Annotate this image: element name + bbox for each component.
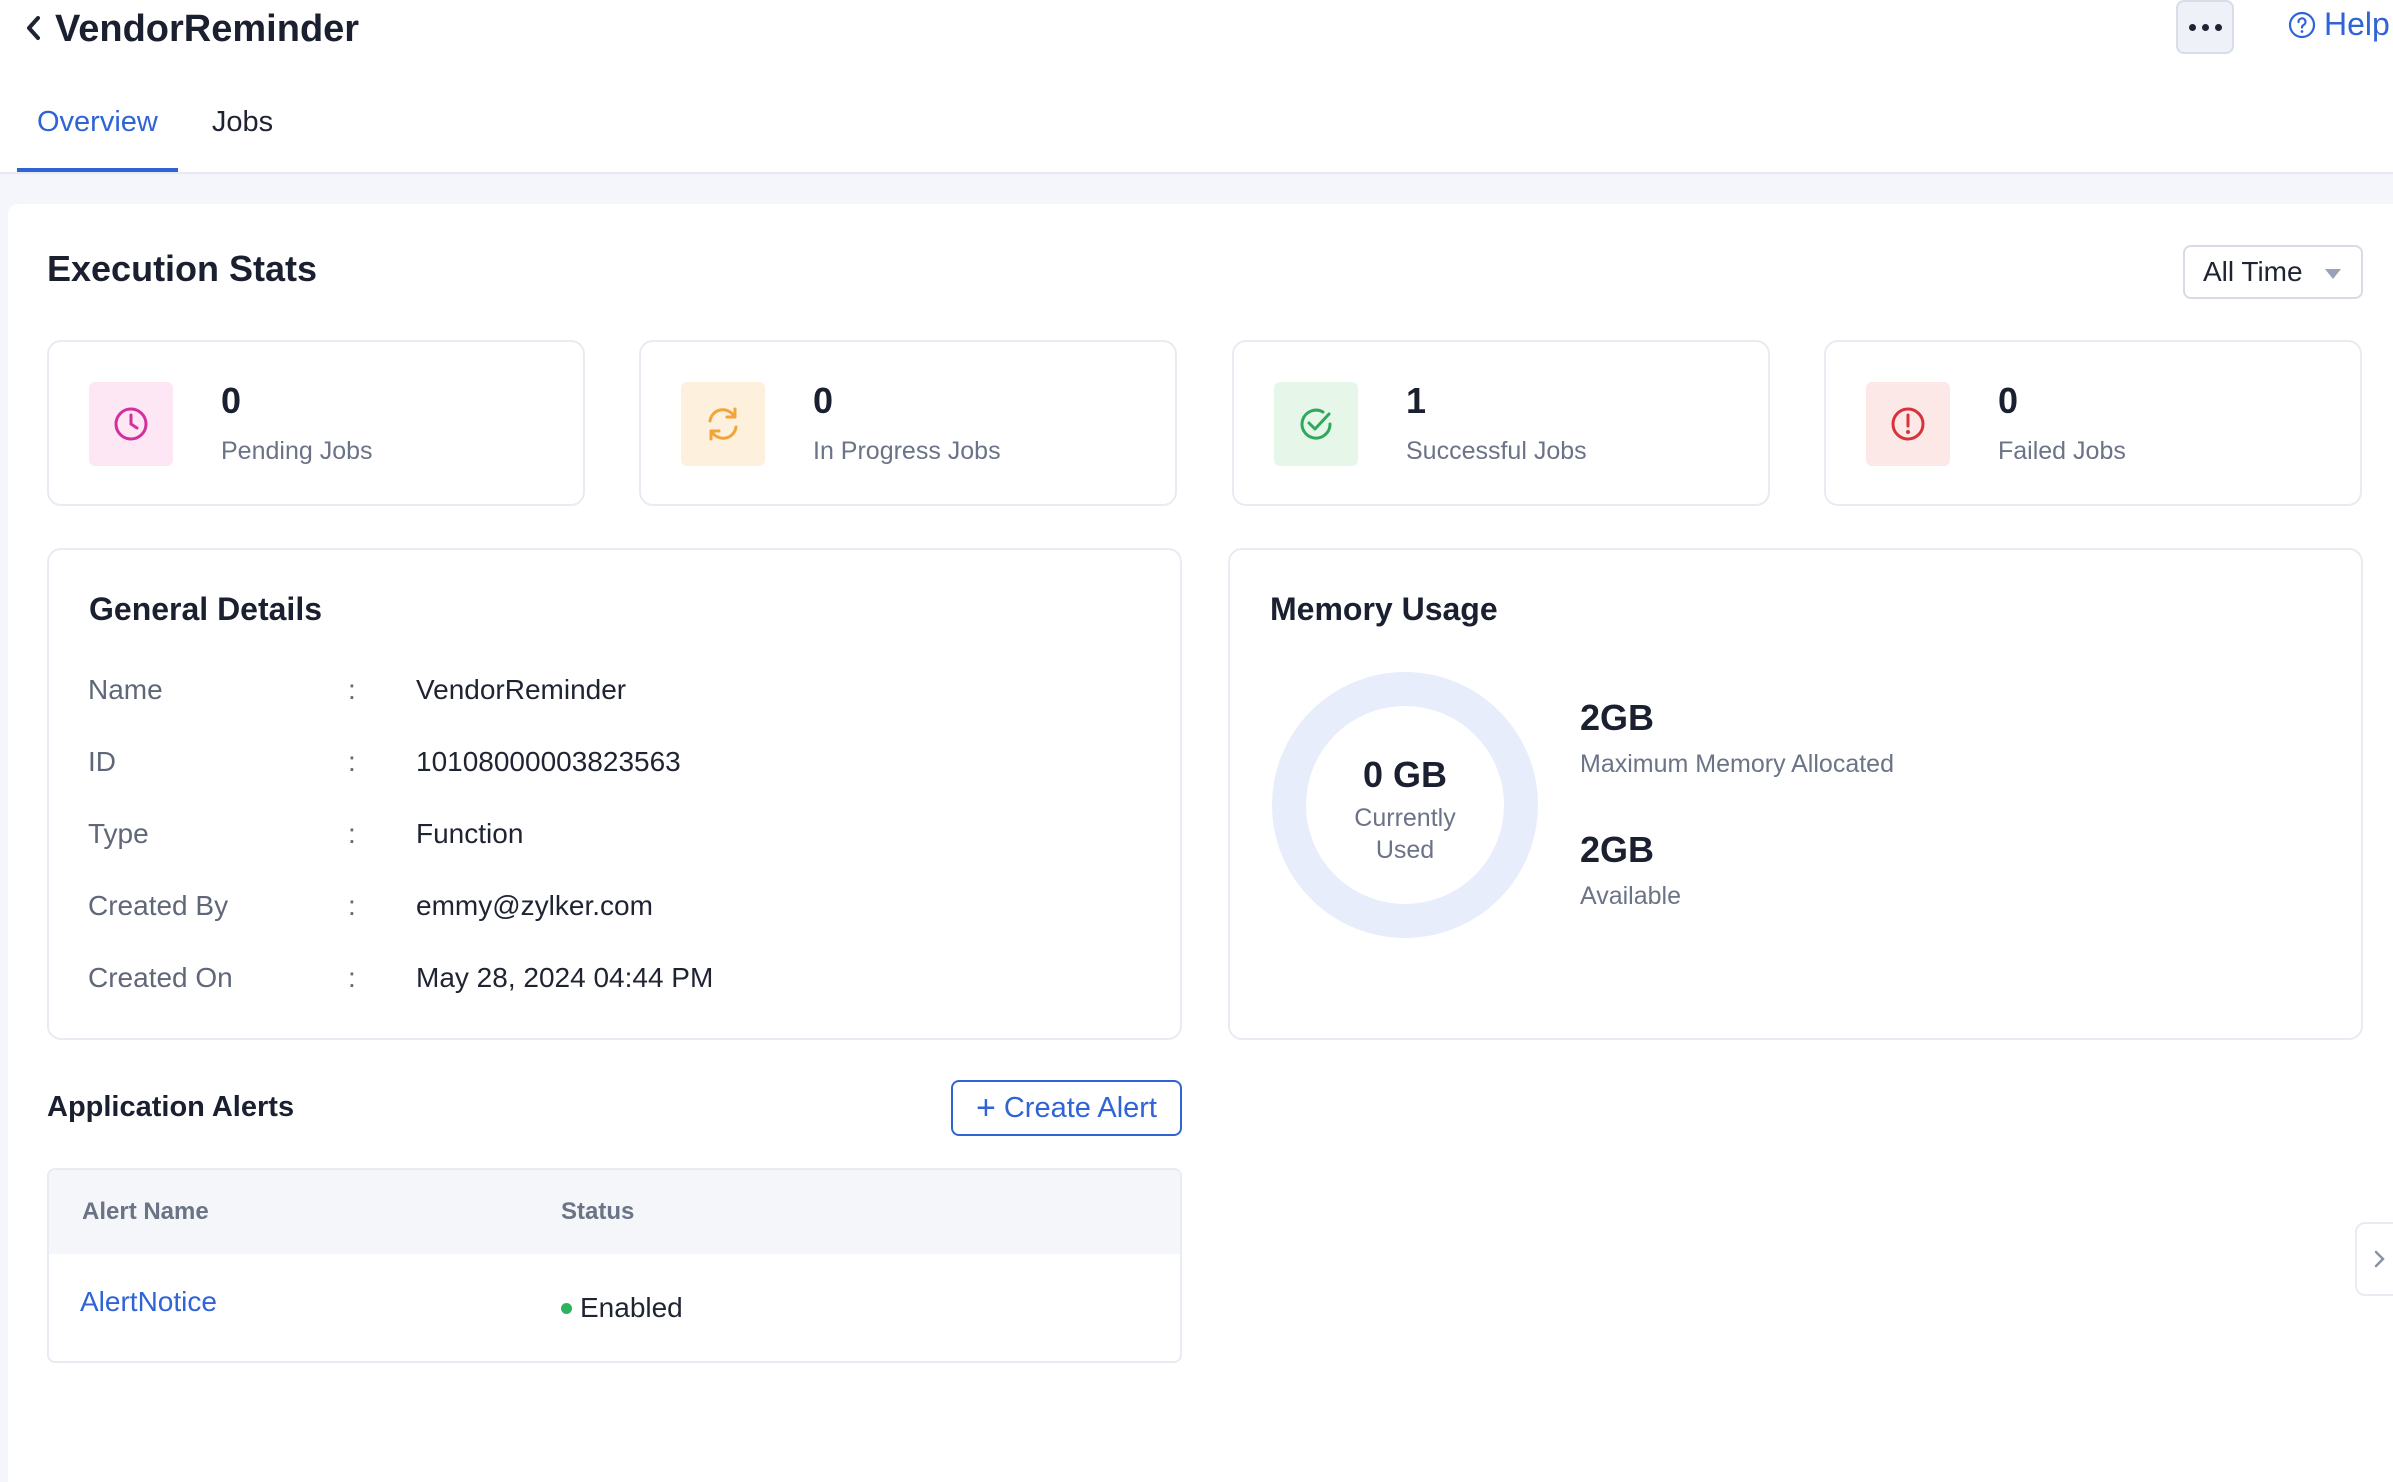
alert-name-link[interactable]: AlertNotice bbox=[80, 1286, 217, 1318]
memory-available-value: 2GB bbox=[1580, 829, 1655, 870]
memory-available-label: Available bbox=[1580, 882, 1682, 910]
stat-card-failed: 0 Failed Jobs bbox=[1824, 340, 2362, 506]
create-alert-label: Create Alert bbox=[1003, 1091, 1157, 1124]
refresh-icon bbox=[681, 382, 765, 466]
detail-key: Type bbox=[88, 818, 149, 849]
page-title: VendorReminder bbox=[55, 8, 360, 50]
stat-card-successful: 1 Successful Jobs bbox=[1232, 340, 1770, 506]
alerts-table-header: Alert Name Status bbox=[49, 1170, 1180, 1254]
donut-center: 0 GB Currently Used bbox=[1272, 672, 1538, 938]
detail-sep: : bbox=[348, 746, 356, 777]
detail-value: May 28, 2024 04:44 PM bbox=[416, 962, 714, 993]
status-dot-icon bbox=[561, 1302, 572, 1314]
chevron-down-icon bbox=[2325, 269, 2341, 279]
detail-row-created-by: Created By: emmy@zylker.com bbox=[88, 890, 653, 922]
plus-icon: + bbox=[976, 1089, 996, 1127]
detail-key: ID bbox=[88, 746, 116, 777]
top-bar: VendorReminder Help Overview Jobs bbox=[0, 0, 2393, 174]
time-range-select[interactable]: All Time bbox=[2183, 245, 2363, 299]
detail-key: Created By bbox=[88, 890, 229, 921]
stat-label: In Progress Jobs bbox=[813, 437, 1001, 465]
application-alerts-title: Application Alerts bbox=[47, 1091, 295, 1123]
alert-status-label: Enabled bbox=[580, 1292, 683, 1323]
detail-row-name: Name: VendorReminder bbox=[88, 674, 626, 706]
detail-sep: : bbox=[348, 890, 356, 921]
detail-sep: : bbox=[348, 674, 356, 705]
stat-label: Pending Jobs bbox=[221, 437, 373, 465]
alert-status: Enabled bbox=[561, 1292, 683, 1324]
column-header-status: Status bbox=[561, 1198, 635, 1225]
execution-stats-title: Execution Stats bbox=[47, 248, 318, 289]
detail-key: Name bbox=[88, 674, 163, 705]
more-options-button[interactable] bbox=[2176, 0, 2234, 54]
help-link[interactable]: Help bbox=[2288, 6, 2390, 43]
alerts-table: Alert Name Status AlertNotice Enabled bbox=[47, 1168, 1182, 1363]
memory-max-label: Maximum Memory Allocated bbox=[1580, 750, 1894, 778]
check-circle-icon bbox=[1274, 382, 1358, 466]
memory-used-label: Currently Used bbox=[1354, 804, 1456, 864]
detail-sep: : bbox=[348, 962, 356, 993]
detail-key: Created On bbox=[88, 962, 233, 993]
detail-value: VendorReminder bbox=[416, 674, 627, 705]
tab-bar: Overview Jobs bbox=[17, 96, 307, 172]
memory-max-value: 2GB bbox=[1580, 697, 1655, 738]
chevron-right-icon bbox=[2374, 1250, 2385, 1268]
stat-label: Successful Jobs bbox=[1406, 437, 1587, 465]
memory-used-value: 0 GB bbox=[1362, 754, 1448, 795]
detail-value: Function bbox=[416, 818, 524, 849]
stat-card-in-progress: 0 In Progress Jobs bbox=[639, 340, 1177, 506]
detail-value: emmy@zylker.com bbox=[416, 890, 653, 921]
stat-card-pending: 0 Pending Jobs bbox=[47, 340, 585, 506]
stat-value: 1 bbox=[1406, 380, 1427, 421]
help-label: Help bbox=[2324, 6, 2390, 42]
tab-jobs[interactable]: Jobs bbox=[192, 96, 293, 172]
stat-value: 0 bbox=[1998, 380, 2019, 421]
back-button[interactable] bbox=[14, 8, 54, 48]
chevron-left-icon bbox=[27, 16, 40, 40]
memory-donut-chart: 0 GB Currently Used bbox=[1272, 672, 1538, 938]
memory-usage-title: Memory Usage bbox=[1270, 591, 1498, 627]
alert-circle-icon bbox=[1866, 382, 1950, 466]
stat-label: Failed Jobs bbox=[1998, 437, 2126, 465]
more-dot bbox=[2201, 23, 2209, 31]
detail-row-id: ID: 10108000003823563 bbox=[88, 746, 681, 778]
more-dot bbox=[2214, 23, 2222, 31]
column-header-alert-name: Alert Name bbox=[82, 1198, 209, 1225]
time-range-value: All Time bbox=[2203, 256, 2303, 287]
clock-icon bbox=[89, 382, 173, 466]
stat-value: 0 bbox=[221, 380, 242, 421]
general-details-title: General Details bbox=[89, 591, 322, 627]
tab-overview[interactable]: Overview bbox=[17, 96, 178, 172]
detail-sep: : bbox=[348, 818, 356, 849]
detail-row-created-on: Created On: May 28, 2024 04:44 PM bbox=[88, 962, 713, 994]
detail-row-type: Type: Function bbox=[88, 818, 523, 850]
detail-value: 10108000003823563 bbox=[416, 746, 681, 777]
stat-value: 0 bbox=[813, 380, 834, 421]
create-alert-button[interactable]: + Create Alert bbox=[951, 1080, 1182, 1136]
more-dots-icon bbox=[2188, 23, 2196, 31]
help-circle-icon bbox=[2288, 11, 2316, 38]
expand-panel-button[interactable] bbox=[2355, 1222, 2393, 1296]
